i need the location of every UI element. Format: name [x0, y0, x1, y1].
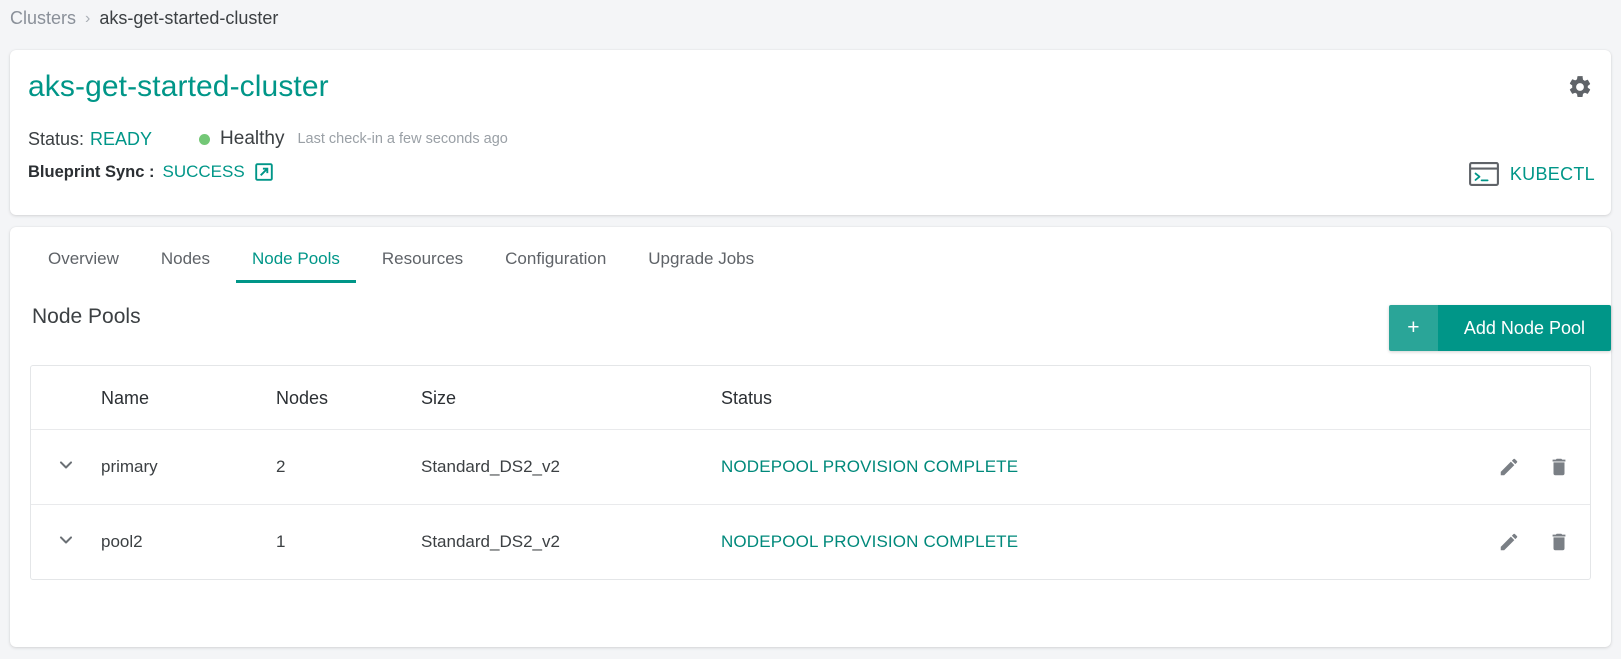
- node-pools-card: Overview Nodes Node Pools Resources Conf…: [10, 227, 1611, 647]
- last-checkin-text: Last check-in a few seconds ago: [297, 131, 508, 147]
- tab-upgrade-jobs[interactable]: Upgrade Jobs: [632, 237, 770, 283]
- expand-row-button[interactable]: [31, 429, 101, 505]
- cell-name: primary: [101, 429, 276, 505]
- section-title: Node Pools: [32, 305, 141, 328]
- blueprint-sync-line: Blueprint Sync : SUCCESS: [28, 162, 274, 182]
- kubectl-label: KUBECTL: [1509, 163, 1595, 184]
- terminal-icon: [1468, 162, 1499, 186]
- blueprint-sync-label: Blueprint Sync :: [28, 162, 155, 181]
- cell-actions: [1450, 505, 1590, 580]
- column-header-nodes: Nodes: [276, 366, 421, 430]
- column-header-size: Size: [421, 366, 721, 430]
- tab-configuration[interactable]: Configuration: [489, 237, 622, 283]
- column-header-actions: [1450, 366, 1590, 430]
- pencil-icon: [1501, 533, 1518, 551]
- column-header-expand: [31, 366, 101, 430]
- cluster-header-card: aks-get-started-cluster Status: READY He…: [10, 50, 1611, 215]
- cluster-status-line: Status: READY Healthy Last check-in a fe…: [28, 128, 508, 150]
- breadcrumb: Clusters › aks-get-started-cluster: [10, 8, 278, 29]
- chevron-down-icon: [59, 535, 73, 543]
- kubectl-button[interactable]: KUBECTL: [1468, 162, 1595, 186]
- external-link-icon[interactable]: [254, 162, 274, 182]
- cell-nodes: 2: [276, 429, 421, 505]
- health-status-label: Healthy: [220, 128, 285, 149]
- status-value: READY: [90, 128, 153, 149]
- plus-icon: +: [1388, 305, 1438, 351]
- cell-size: Standard_DS2_v2: [421, 532, 560, 551]
- edit-node-pool-button[interactable]: [1494, 527, 1524, 557]
- table-header-row: Name Nodes Size Status: [31, 366, 1590, 430]
- tab-nodes[interactable]: Nodes: [145, 237, 226, 283]
- cell-size: Standard_DS2_v2: [421, 429, 721, 505]
- cell-status[interactable]: NODEPOOL PROVISION COMPLETE: [721, 505, 1450, 580]
- cell-nodes: 1: [276, 532, 286, 551]
- expand-row-button[interactable]: [31, 505, 101, 580]
- node-pools-table: Name Nodes Size Status primary 2 Standar…: [30, 365, 1591, 580]
- tab-resources[interactable]: Resources: [366, 237, 479, 283]
- trash-icon: [1552, 458, 1566, 476]
- breadcrumb-separator-icon: ›: [85, 9, 91, 27]
- cell-name: pool2: [101, 532, 143, 551]
- cell-actions: [1450, 429, 1590, 505]
- table-row: pool2 1 Standard_DS2_v2 NODEPOOL PROVISI…: [31, 505, 1590, 580]
- column-header-name: Name: [101, 366, 276, 430]
- add-node-pool-label: Add Node Pool: [1437, 305, 1611, 351]
- blueprint-sync-value: SUCCESS: [162, 162, 245, 181]
- pencil-icon: [1501, 458, 1518, 476]
- tab-overview[interactable]: Overview: [32, 237, 135, 283]
- breadcrumb-current: aks-get-started-cluster: [99, 8, 279, 28]
- page-title: aks-get-started-cluster: [28, 70, 329, 103]
- breadcrumb-clusters-link[interactable]: Clusters: [10, 8, 76, 29]
- delete-node-pool-button[interactable]: [1544, 527, 1574, 557]
- delete-node-pool-button[interactable]: [1544, 452, 1574, 482]
- trash-icon: [1552, 533, 1566, 551]
- chevron-down-icon: [59, 460, 73, 468]
- settings-gear-button[interactable]: [1567, 74, 1593, 100]
- edit-node-pool-button[interactable]: [1494, 452, 1524, 482]
- table-row: primary 2 Standard_DS2_v2 NODEPOOL PROVI…: [31, 429, 1590, 505]
- tab-node-pools[interactable]: Node Pools: [236, 237, 356, 283]
- tab-bar: Overview Nodes Node Pools Resources Conf…: [10, 237, 1611, 283]
- status-label: Status:: [28, 128, 85, 149]
- health-status-dot: [199, 133, 211, 145]
- add-node-pool-button[interactable]: + Add Node Pool: [1388, 305, 1611, 351]
- gear-icon: [1569, 76, 1591, 97]
- cell-status[interactable]: NODEPOOL PROVISION COMPLETE: [721, 429, 1450, 505]
- column-header-status: Status: [721, 366, 1450, 430]
- page-root: Clusters › aks-get-started-cluster aks-g…: [0, 0, 1621, 659]
